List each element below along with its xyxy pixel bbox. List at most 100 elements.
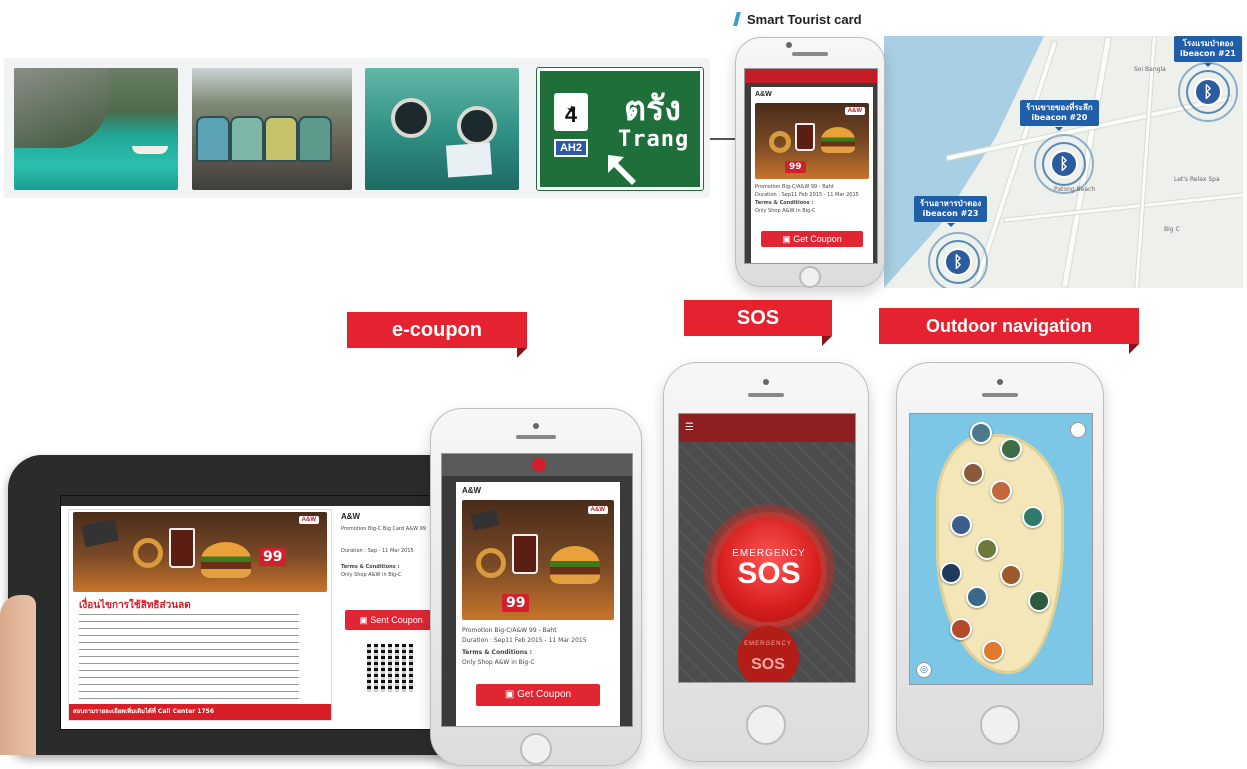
asian-highway-marker: AH2 [554, 139, 588, 157]
coupon-image: A&W 99 [755, 103, 869, 179]
phone-navigation: ◎ [896, 362, 1104, 762]
map-pin[interactable] [970, 422, 992, 444]
coupon-details: Promotion Big-C/A&W 99 - Baht Duration :… [755, 184, 859, 214]
onion-rings [769, 131, 791, 153]
root-beer-mug [512, 534, 538, 574]
cliff-shape [14, 68, 109, 148]
beacon-label-21: โรงแรมป่าตอง ibeacon #21 [1174, 36, 1242, 67]
tuk-tuk [196, 116, 230, 162]
onion-rings [476, 548, 506, 578]
arrow-up-left-icon [608, 155, 636, 185]
app-header [442, 454, 632, 476]
beacon-20[interactable]: ᛒ [1034, 134, 1094, 194]
get-coupon-button[interactable]: ▣ Get Coupon [476, 684, 600, 706]
burger [550, 546, 600, 584]
map-road [1135, 36, 1156, 288]
phone-speaker [792, 52, 828, 56]
beacon-21[interactable]: ᛒ [1178, 62, 1238, 122]
tablet-status-bar [61, 496, 441, 506]
onion-rings [133, 538, 163, 568]
phone-camera [533, 423, 539, 429]
bluetooth-icon: ᛒ [1194, 78, 1222, 106]
diver [457, 106, 497, 146]
coupon-brand: A&W [755, 91, 772, 98]
coupon-details: Promotion Big-C/A&W 99 - Baht Duration :… [462, 627, 587, 666]
aw-logo: A&W [844, 107, 865, 115]
title-accent-icon [733, 12, 741, 26]
coupon-brand: A&W [462, 486, 482, 495]
phone-screen: A&W A&W 99 Promotion Big-C/A&W 99 - Baht… [441, 453, 633, 727]
tablet: A&W 99 เงื่อนไขการใช้สิทธิส่วนลด สอบถามร… [8, 455, 470, 755]
tuk-tuk [264, 116, 298, 162]
home-button[interactable] [746, 705, 786, 745]
banner-sos: SOS [684, 300, 832, 346]
get-coupon-button[interactable]: ▣ Get Coupon [761, 231, 863, 247]
coupon-card: A&W A&W 99 Promotion Big-C/A&W 99 - Baht… [751, 87, 873, 263]
home-button[interactable] [980, 705, 1020, 745]
coupon-icon: ▣ [359, 615, 371, 625]
coupon-icon: ▣ [782, 234, 794, 244]
photo-bay-cliffs [14, 68, 178, 190]
map-pin[interactable] [982, 640, 1004, 662]
map-pin[interactable] [950, 514, 972, 536]
map-pin[interactable] [966, 586, 988, 608]
coupon-icon: ▣ [504, 689, 518, 700]
qr-code [367, 644, 415, 692]
map-pin[interactable] [990, 480, 1012, 502]
home-button[interactable] [520, 733, 552, 765]
coupon-image: A&W 99 [462, 500, 614, 620]
map-pin[interactable] [950, 618, 972, 640]
banner-outdoor-navigation: Outdoor navigation [879, 308, 1139, 354]
tablet-screen: A&W 99 เงื่อนไขการใช้สิทธิส่วนลด สอบถามร… [60, 495, 442, 730]
map-label: Big C [1164, 226, 1180, 233]
big-card-icon [81, 518, 119, 548]
banner-ecoupon: e-coupon [347, 312, 527, 358]
map-road [1004, 193, 1243, 222]
price-badge: 99 [785, 161, 806, 173]
aw-logo: A&W [298, 516, 319, 524]
sos-button[interactable]: EMERGENCY SOS [717, 518, 821, 622]
home-button[interactable] [799, 266, 821, 288]
map-pin[interactable] [976, 538, 998, 560]
menu-icon[interactable]: ☰ [685, 422, 694, 433]
aw-logo: A&W [587, 506, 608, 514]
locate-me-icon[interactable]: ◎ [916, 662, 932, 678]
burger [821, 127, 855, 153]
map-pin[interactable] [962, 462, 984, 484]
phone-speaker [748, 393, 784, 397]
app-header [745, 69, 877, 83]
map-pin[interactable] [1000, 438, 1022, 460]
sent-coupon-button[interactable]: ▣ Sent Coupon [345, 610, 437, 630]
tuk-tuk [230, 116, 264, 162]
tablet-brand: A&W [341, 512, 361, 521]
beacon-label-20: ร้านขายของที่ระลึก ibeacon #20 [1020, 100, 1099, 131]
phone-camera [763, 379, 769, 385]
star-icon: ★ [567, 105, 576, 116]
tablet-footer-bar: สอบถามรายละเอียดเพิ่มเติมได้ที่ Call Cen… [69, 704, 331, 720]
map-pin[interactable] [1000, 564, 1022, 586]
tablet-coupon-image: A&W 99 [73, 512, 327, 592]
tablet-thai-heading: เงื่อนไขการใช้สิทธิส่วนลด [79, 600, 191, 611]
tablet-terms-lines [79, 614, 299, 700]
bluetooth-icon: ᛒ [944, 248, 972, 276]
map-pin[interactable] [940, 562, 962, 584]
beacon-23[interactable]: ᛒ [928, 232, 988, 288]
sos-reflection: EMERGENCY SOS [737, 626, 799, 682]
app-header: ☰ [679, 414, 855, 442]
map-pin[interactable] [1022, 506, 1044, 528]
longtail-boat [132, 146, 168, 154]
smart-tourist-card-title: Smart Tourist card [733, 12, 862, 27]
phone-sos: ☰ EMERGENCY SOS EMERGENCY SOS [663, 362, 869, 762]
map-label: Soi Bangla [1134, 66, 1166, 73]
tablet-coupon-panel: A&W 99 เงื่อนไขการใช้สิทธิส่วนลด สอบถามร… [69, 510, 331, 720]
phone-camera [786, 42, 792, 48]
photo-divers [365, 68, 519, 190]
phone-camera [997, 379, 1003, 385]
tuk-tuk [298, 116, 332, 162]
phone-coupon-top: A&W A&W 99 Promotion Big-C/A&W 99 - Baht… [735, 37, 885, 288]
root-beer-mug [795, 123, 815, 151]
map-pin[interactable] [1028, 590, 1050, 612]
phone-screen: ☰ EMERGENCY SOS EMERGENCY SOS [678, 413, 856, 683]
layers-icon[interactable] [1070, 422, 1086, 438]
price-badge: 99 [502, 594, 530, 612]
